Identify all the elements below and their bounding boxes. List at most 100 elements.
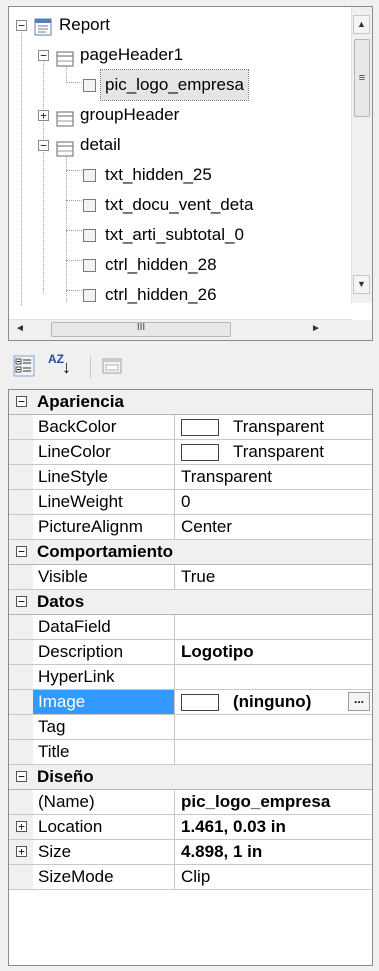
tree-item-txt-hidden-25[interactable]: txt_hidden_25 [9, 160, 349, 190]
property-name: Size [33, 840, 175, 864]
property-value[interactable]: Transparent [176, 415, 372, 439]
row-margin [9, 715, 33, 739]
alphabetical-button[interactable]: AZ ↓ [46, 352, 80, 378]
property-name: LineColor [33, 440, 175, 464]
category-label: Datos [37, 592, 85, 611]
collapse-toggle[interactable]: − [16, 396, 27, 407]
tree-item-label: ctrl_hidden_26 [105, 285, 217, 304]
property-value[interactable]: Transparent [176, 465, 372, 489]
row-margin [9, 565, 33, 589]
property-value[interactable] [176, 740, 372, 764]
property-row-name[interactable]: (Name) pic_logo_empresa [9, 790, 372, 815]
property-name: (Name) [33, 790, 175, 814]
category-apariencia[interactable]: − Apariencia [9, 390, 372, 415]
property-name: Visible [33, 565, 175, 589]
property-name: HyperLink [33, 665, 175, 689]
tree-item-report[interactable]: − Report [9, 10, 349, 40]
expand-toggle[interactable]: + [16, 821, 27, 832]
property-row-sizemode[interactable]: SizeMode Clip [9, 865, 372, 890]
property-row-picturealignment[interactable]: PictureAlignm Center [9, 515, 372, 540]
az-label: AZ [48, 352, 64, 366]
category-datos[interactable]: − Datos [9, 590, 372, 615]
row-margin [9, 690, 33, 714]
collapse-toggle[interactable]: − [16, 20, 27, 31]
property-grid[interactable]: − Apariencia BackColor Transparent LineC… [8, 389, 373, 966]
property-row-size[interactable]: + Size 4.898, 1 in [9, 840, 372, 865]
tree-item-pic-logo-empresa[interactable]: pic_logo_empresa [9, 69, 349, 101]
color-swatch [181, 419, 219, 436]
tree-item-txt-arti-subtotal-0[interactable]: txt_arti_subtotal_0 [9, 220, 349, 250]
property-value[interactable] [176, 715, 372, 739]
control-icon [83, 259, 96, 272]
expand-toggle[interactable]: + [16, 846, 27, 857]
tree-item-label: pageHeader1 [80, 45, 184, 64]
property-value[interactable]: Transparent [176, 440, 372, 464]
browse-ellipsis-button[interactable]: ... [348, 692, 370, 711]
property-row-lineweight[interactable]: LineWeight 0 [9, 490, 372, 515]
property-row-visible[interactable]: Visible True [9, 565, 372, 590]
tree-item-txt-docu-vent-deta[interactable]: txt_docu_vent_deta [9, 190, 349, 220]
scroll-left-button[interactable]: ◄ [15, 323, 25, 334]
tree-item-detail[interactable]: − detail [9, 130, 349, 160]
property-row-linecolor[interactable]: LineColor Transparent [9, 440, 372, 465]
property-value-text: Transparent [233, 417, 325, 436]
property-row-description[interactable]: Description Logotipo [9, 640, 372, 665]
property-row-title[interactable]: Title [9, 740, 372, 765]
tree-item-groupheader[interactable]: + groupHeader [9, 100, 349, 130]
tree-item-ctrl-hidden-28[interactable]: ctrl_hidden_28 [9, 250, 349, 280]
scroll-right-button[interactable]: ► [311, 323, 321, 334]
collapse-toggle[interactable]: − [38, 140, 49, 151]
tree-item-label: txt_docu_vent_deta [105, 195, 254, 214]
property-value[interactable]: Logotipo [176, 640, 372, 664]
property-value[interactable]: Center [176, 515, 372, 539]
property-row-linestyle[interactable]: LineStyle Transparent [9, 465, 372, 490]
report-tree-view[interactable]: − Report − pageHeader1 pic_logo_empresa … [8, 6, 373, 341]
property-row-image[interactable]: Image (ninguno) ... [9, 690, 372, 715]
property-value[interactable]: 0 [176, 490, 372, 514]
property-row-hyperlink[interactable]: HyperLink [9, 665, 372, 690]
property-name: Location [33, 815, 175, 839]
property-value-text: (ninguno) [233, 692, 312, 711]
categorized-button[interactable] [12, 354, 36, 378]
property-row-backcolor[interactable]: BackColor Transparent [9, 415, 372, 440]
scroll-up-button[interactable]: ▲ [353, 15, 370, 34]
property-value[interactable]: Clip [176, 865, 372, 889]
property-value[interactable]: (ninguno) [176, 690, 372, 714]
tree-vertical-scrollbar[interactable]: ▲ ≡ ▼ [351, 7, 372, 303]
property-value[interactable]: True [176, 565, 372, 589]
property-value[interactable]: 4.898, 1 in [176, 840, 372, 864]
property-pages-button[interactable] [100, 354, 124, 378]
row-margin [9, 865, 33, 889]
color-swatch [181, 444, 219, 461]
tree-item-pageheader1[interactable]: − pageHeader1 [9, 40, 349, 70]
control-icon [83, 289, 96, 302]
scroll-corner [352, 320, 372, 340]
horizontal-scroll-thumb[interactable]: III [51, 322, 231, 337]
collapse-toggle[interactable]: − [16, 771, 27, 782]
collapse-toggle[interactable]: − [16, 546, 27, 557]
tree-item-label: txt_hidden_25 [105, 165, 212, 184]
property-value[interactable] [176, 615, 372, 639]
tree-item-ctrl-hidden-26[interactable]: ctrl_hidden_26 [9, 280, 349, 310]
property-value[interactable] [176, 665, 372, 689]
property-row-tag[interactable]: Tag [9, 715, 372, 740]
property-value[interactable]: 1.461, 0.03 in [176, 815, 372, 839]
vertical-scroll-thumb[interactable]: ≡ [354, 39, 370, 117]
collapse-toggle[interactable]: − [38, 50, 49, 61]
property-row-location[interactable]: + Location 1.461, 0.03 in [9, 815, 372, 840]
collapse-toggle[interactable]: − [16, 596, 27, 607]
categorized-icon [12, 355, 36, 382]
expand-toggle[interactable]: + [38, 110, 49, 121]
scroll-down-button[interactable]: ▼ [353, 275, 370, 294]
tree-item-label: detail [80, 135, 121, 154]
category-comportamiento[interactable]: − Comportamiento [9, 540, 372, 565]
tree-item-label: pic_logo_empresa [100, 69, 249, 101]
row-margin [9, 440, 33, 464]
tree-horizontal-scrollbar[interactable]: ◄ III ► [9, 319, 352, 340]
category-diseno[interactable]: − Diseño [9, 765, 372, 790]
tree-item-label: groupHeader [80, 105, 180, 124]
row-margin [9, 415, 33, 439]
category-label: Diseño [37, 767, 94, 786]
property-row-datafield[interactable]: DataField [9, 615, 372, 640]
property-value[interactable]: pic_logo_empresa [176, 790, 372, 814]
